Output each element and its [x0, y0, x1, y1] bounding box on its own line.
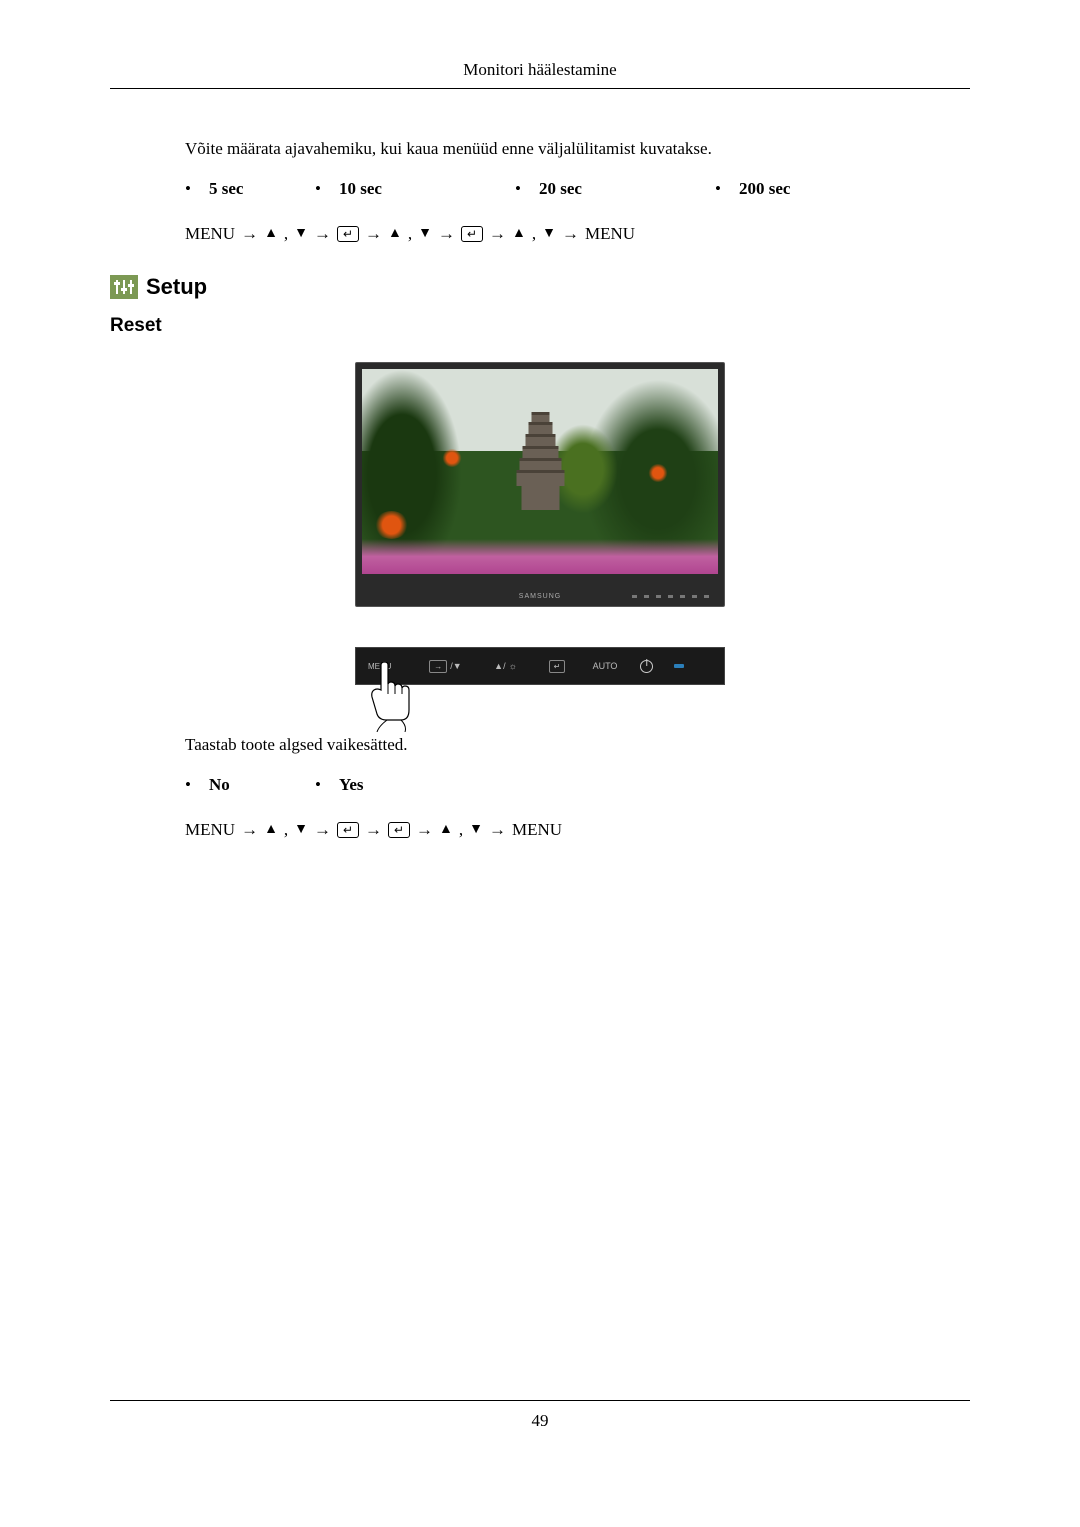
panel-auto-button[interactable]: AUTO — [581, 661, 629, 671]
seq-up: ▲ — [264, 822, 278, 838]
seq-up: ▲ — [512, 226, 526, 242]
seq-arrow: → — [365, 224, 382, 244]
brightness-icon: ☼ — [509, 661, 517, 671]
panel-source-button[interactable]: → /▼ — [413, 660, 478, 673]
option-no: •No — [185, 775, 315, 795]
brand-logo: SAMSUNG — [519, 593, 561, 600]
seq-up: ▲ — [264, 226, 278, 242]
option-label: Yes — [339, 775, 364, 795]
option-yes: •Yes — [315, 775, 515, 795]
seq-arrow: → — [241, 820, 258, 840]
seq-sep: , — [408, 224, 412, 244]
panel-brightness-button[interactable]: ▲/ ☼ — [478, 661, 533, 671]
seq-sep: , — [532, 224, 536, 244]
seq-sep: , — [459, 820, 463, 840]
panel-label: ▲/ — [494, 661, 505, 671]
option-10sec: •10 sec — [315, 179, 515, 199]
panel-enter-button[interactable]: ↵ — [533, 660, 581, 673]
enter-icon: ↵ — [549, 660, 566, 673]
pagoda-graphic — [513, 412, 568, 532]
setup-label: Setup — [146, 274, 207, 300]
seq-arrow: → — [489, 224, 506, 244]
reset-options-list: •No •Yes — [185, 775, 970, 795]
enter-icon: ↵ — [388, 822, 410, 838]
page-number: 49 — [532, 1411, 549, 1430]
menu-sequence-1: MENU → ▲ , ▼ → ↵ → ▲ , ▼ → ↵ → ▲ , ▼ → M… — [185, 224, 970, 244]
seq-arrow: → — [489, 820, 506, 840]
seq-down: ▼ — [469, 822, 483, 838]
button-panel-illustration: MENU → /▼ ▲/ ☼ ↵ AUTO — [110, 647, 970, 685]
monitor-frame: SAMSUNG — [355, 362, 725, 607]
option-200sec: •200 sec — [715, 179, 845, 199]
seq-down: ▼ — [418, 226, 432, 242]
seq-down: ▼ — [294, 822, 308, 838]
option-5sec: •5 sec — [185, 179, 315, 199]
monitor-illustration: SAMSUNG — [110, 362, 970, 607]
seq-up: ▲ — [388, 226, 402, 242]
page-footer: 49 — [110, 1400, 970, 1431]
setup-heading: Setup — [110, 274, 970, 300]
reset-heading: Reset — [110, 315, 970, 337]
seq-arrow: → — [562, 224, 579, 244]
seq-arrow: → — [314, 224, 331, 244]
monitor-screen — [362, 369, 718, 574]
seq-sep: , — [284, 224, 288, 244]
seq-menu: MENU — [185, 820, 235, 840]
hand-pointer-icon — [367, 662, 422, 737]
seq-arrow: → — [241, 224, 258, 244]
seq-arrow: → — [438, 224, 455, 244]
panel-power-button[interactable] — [629, 660, 664, 673]
enter-icon: ↵ — [461, 226, 483, 242]
seq-arrow: → — [416, 820, 433, 840]
option-label: 5 sec — [209, 179, 243, 199]
enter-icon: ↵ — [337, 226, 359, 242]
seq-arrow: → — [365, 820, 382, 840]
seq-down: ▼ — [294, 226, 308, 242]
source-icon: → — [429, 660, 447, 673]
panel-led — [664, 664, 694, 668]
sliders-icon — [110, 275, 138, 299]
seq-menu: MENU — [585, 224, 635, 244]
page-header: Monitori häälestamine — [110, 60, 970, 89]
seq-up: ▲ — [439, 822, 453, 838]
option-label: No — [209, 775, 230, 795]
seq-down: ▼ — [542, 226, 556, 242]
menu-sequence-2: MENU → ▲ , ▼ → ↵ → ↵ → ▲ , ▼ → MENU — [185, 820, 970, 840]
option-label: 10 sec — [339, 179, 382, 199]
option-20sec: •20 sec — [515, 179, 715, 199]
seq-menu: MENU — [512, 820, 562, 840]
power-icon — [640, 660, 653, 673]
panel-label: /▼ — [450, 661, 461, 671]
led-indicator-icon — [674, 664, 684, 668]
time-options-list: •5 sec •10 sec •20 sec •200 sec — [185, 179, 970, 199]
seq-arrow: → — [314, 820, 331, 840]
option-label: 200 sec — [739, 179, 790, 199]
monitor-button-row — [632, 595, 709, 598]
option-label: 20 sec — [539, 179, 582, 199]
enter-icon: ↵ — [337, 822, 359, 838]
seq-sep: , — [284, 820, 288, 840]
seq-menu: MENU — [185, 224, 235, 244]
intro-paragraph: Võite määrata ajavahemiku, kui kaua menü… — [185, 139, 970, 159]
reset-description: Taastab toote algsed vaikesätted. — [185, 735, 970, 755]
